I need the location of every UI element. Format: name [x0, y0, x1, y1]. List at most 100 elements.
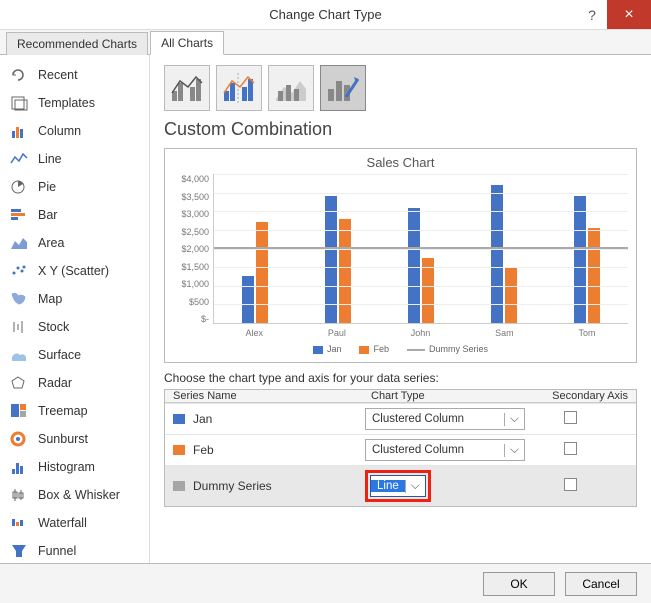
- sidebar-item-label: Pie: [38, 180, 56, 194]
- sidebar-item-label: Recent: [38, 68, 78, 82]
- sunburst-icon: [10, 431, 28, 447]
- legend-dummy: Dummy Series: [429, 344, 488, 354]
- bar-jan: [491, 185, 503, 323]
- sidebar-item-pie[interactable]: Pie: [0, 173, 149, 201]
- chart-title: Sales Chart: [173, 155, 628, 170]
- sidebar-item-treemap[interactable]: Treemap: [0, 397, 149, 425]
- tab-all-charts[interactable]: All Charts: [150, 31, 224, 55]
- chart-legend: Jan Feb Dummy Series: [173, 344, 628, 354]
- col-header-type: Chart Type: [365, 390, 525, 402]
- series-row[interactable]: Dummy Series Line⌵: [165, 465, 636, 506]
- funnel-icon: [10, 543, 28, 559]
- series-color-swatch: [173, 445, 185, 455]
- sidebar-item-label: Radar: [38, 376, 72, 390]
- sidebar-item-label: Sunburst: [38, 432, 88, 446]
- dummy-series-line: [214, 247, 628, 249]
- close-button[interactable]: ×: [607, 0, 651, 29]
- map-icon: [10, 291, 28, 307]
- tab-recommended[interactable]: Recommended Charts: [6, 32, 148, 55]
- bar-feb: [339, 219, 351, 323]
- waterfall-icon: [10, 515, 28, 531]
- combo-subtype-custom[interactable]: [320, 65, 366, 111]
- recent-icon: [10, 67, 28, 83]
- combo-subtype-3[interactable]: [268, 65, 314, 111]
- series-name-label: Dummy Series: [193, 479, 272, 493]
- sidebar-item-sunburst[interactable]: Sunburst: [0, 425, 149, 453]
- ok-button[interactable]: OK: [483, 572, 555, 596]
- line-icon: [10, 151, 28, 167]
- bar-icon: [10, 207, 28, 223]
- sidebar-item-label: Surface: [38, 348, 81, 362]
- secondary-axis-checkbox[interactable]: [564, 442, 577, 455]
- sidebar-item-map[interactable]: Map: [0, 285, 149, 313]
- cancel-button[interactable]: Cancel: [565, 572, 637, 596]
- chevron-down-icon: ⌵: [405, 480, 425, 493]
- col-header-axis: Secondary Axis: [525, 390, 636, 402]
- sidebar-item-label: X Y (Scatter): [38, 264, 109, 278]
- sidebar-item-templates[interactable]: Templates: [0, 89, 149, 117]
- bar-jan: [408, 208, 420, 323]
- sidebar-item-label: Waterfall: [38, 516, 87, 530]
- sidebar-item-waterfall[interactable]: Waterfall: [0, 509, 149, 537]
- chart-type-dropdown[interactable]: Clustered Column⌵: [365, 408, 525, 430]
- combo-subtype-row: [164, 65, 637, 111]
- sidebar-item-stock[interactable]: Stock: [0, 313, 149, 341]
- combo-heading: Custom Combination: [164, 119, 637, 140]
- boxwhisker-icon: [10, 487, 28, 503]
- bar-jan: [242, 276, 254, 323]
- tabs-bar: Recommended Charts All Charts: [0, 30, 651, 55]
- sidebar-item-boxwhisker[interactable]: Box & Whisker: [0, 481, 149, 509]
- main-panel: Custom Combination Sales Chart $4,000$3,…: [150, 55, 651, 563]
- sidebar-item-radar[interactable]: Radar: [0, 369, 149, 397]
- surface-icon: [10, 347, 28, 363]
- sidebar-item-label: Funnel: [38, 544, 76, 558]
- series-row[interactable]: Jan Clustered Column⌵: [165, 403, 636, 434]
- sidebar-item-funnel[interactable]: Funnel: [0, 537, 149, 563]
- secondary-axis-checkbox[interactable]: [564, 411, 577, 424]
- series-color-swatch: [173, 481, 185, 491]
- bar-feb: [588, 228, 600, 323]
- series-name-label: Feb: [193, 443, 214, 457]
- combo-subtype-1[interactable]: [164, 65, 210, 111]
- titlebar: Change Chart Type ? ×: [0, 0, 651, 30]
- xy-icon: [10, 263, 28, 279]
- sidebar-item-label: Bar: [38, 208, 57, 222]
- series-color-swatch: [173, 414, 185, 424]
- chart-type-dropdown[interactable]: Clustered Column⌵: [365, 439, 525, 461]
- series-name-label: Jan: [193, 412, 212, 426]
- chart-type-dropdown[interactable]: Line⌵: [370, 475, 426, 497]
- area-icon: [10, 235, 28, 251]
- sidebar-item-bar[interactable]: Bar: [0, 201, 149, 229]
- sidebar-item-label: Templates: [38, 96, 95, 110]
- sidebar-item-area[interactable]: Area: [0, 229, 149, 257]
- plot-area: [213, 174, 628, 324]
- sidebar-item-recent[interactable]: Recent: [0, 61, 149, 89]
- sidebar-item-label: Stock: [38, 320, 69, 334]
- chart-category-sidebar: Recent Templates Column Line Pie Bar Area X Y (…: [0, 55, 150, 563]
- legend-jan: Jan: [327, 344, 342, 354]
- sidebar-item-label: Map: [38, 292, 62, 306]
- sidebar-item-line[interactable]: Line: [0, 145, 149, 173]
- sidebar-item-label: Column: [38, 124, 81, 138]
- legend-feb: Feb: [373, 344, 389, 354]
- chart-preview[interactable]: Sales Chart $4,000$3,500$3,000$2,500$2,0…: [164, 148, 637, 363]
- templates-icon: [10, 95, 28, 111]
- series-instruction: Choose the chart type and axis for your …: [164, 371, 637, 385]
- combo-subtype-2[interactable]: [216, 65, 262, 111]
- help-button[interactable]: ?: [577, 0, 607, 29]
- sidebar-item-xy[interactable]: X Y (Scatter): [0, 257, 149, 285]
- radar-icon: [10, 375, 28, 391]
- bar-feb: [505, 267, 517, 323]
- bar-feb: [256, 222, 268, 323]
- histogram-icon: [10, 459, 28, 475]
- sidebar-item-column[interactable]: Column: [0, 117, 149, 145]
- secondary-axis-checkbox[interactable]: [564, 478, 577, 491]
- y-axis: $4,000$3,500$3,000$2,500$2,000$1,500$1,0…: [173, 174, 213, 324]
- sidebar-item-surface[interactable]: Surface: [0, 341, 149, 369]
- treemap-icon: [10, 403, 28, 419]
- series-row[interactable]: Feb Clustered Column⌵: [165, 434, 636, 465]
- chevron-down-icon: ⌵: [504, 413, 524, 426]
- series-table: Series Name Chart Type Secondary Axis Ja…: [164, 389, 637, 507]
- dialog-footer: OK Cancel: [0, 563, 651, 603]
- sidebar-item-histogram[interactable]: Histogram: [0, 453, 149, 481]
